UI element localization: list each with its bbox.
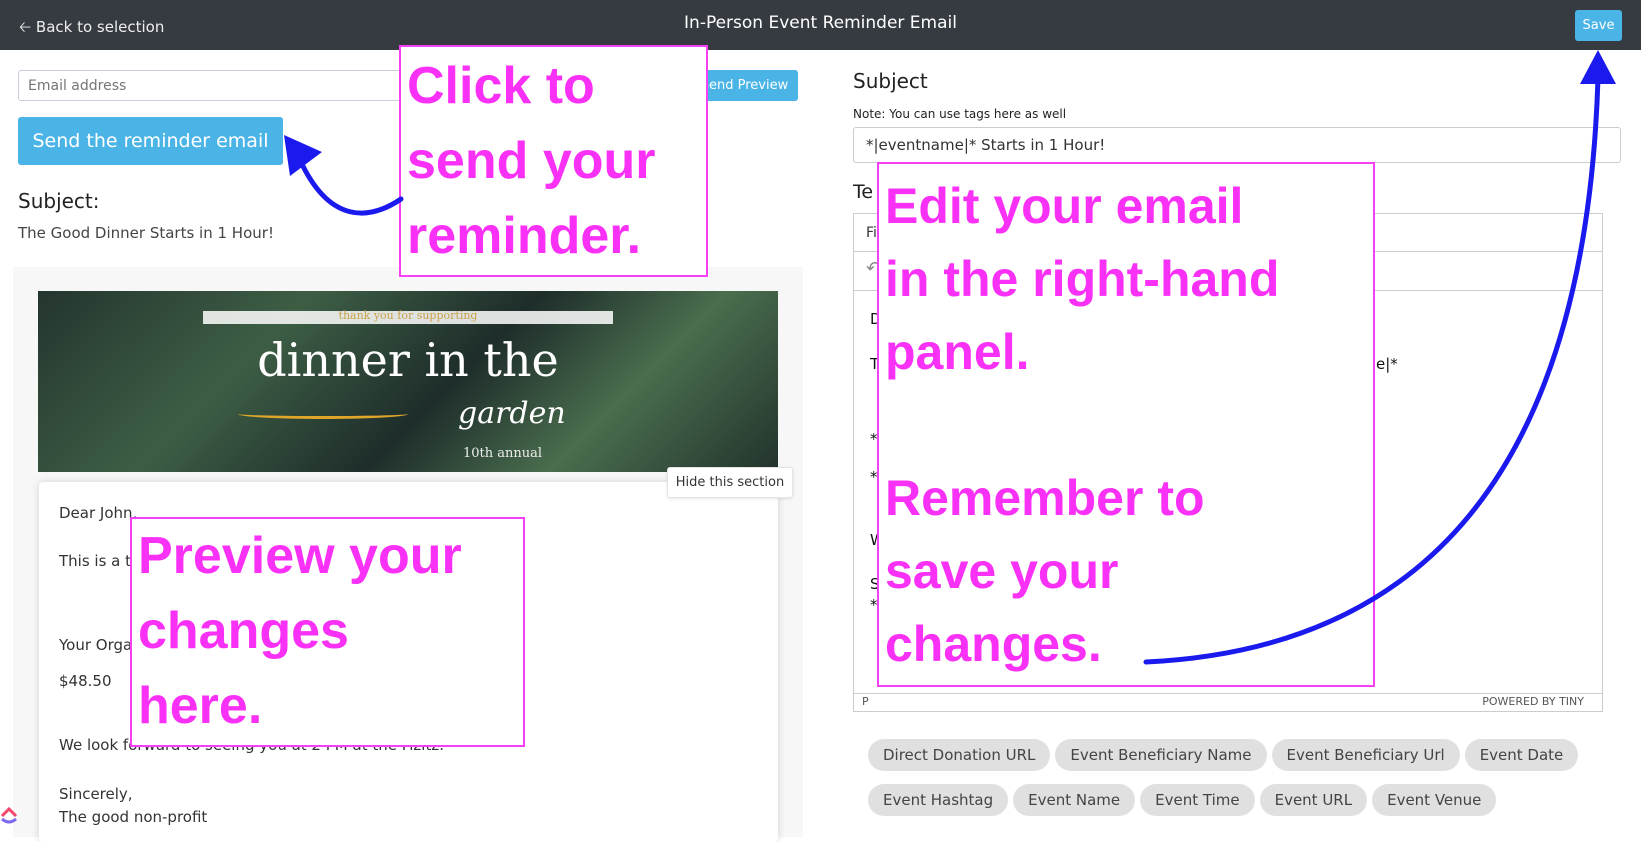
clickup-logo-icon[interactable] [0,806,18,824]
arrow-to-send-button [297,157,404,216]
arrow-to-save-button [1143,75,1601,665]
annotation-arrows [284,50,1616,665]
arrowhead-icon [1580,50,1616,84]
